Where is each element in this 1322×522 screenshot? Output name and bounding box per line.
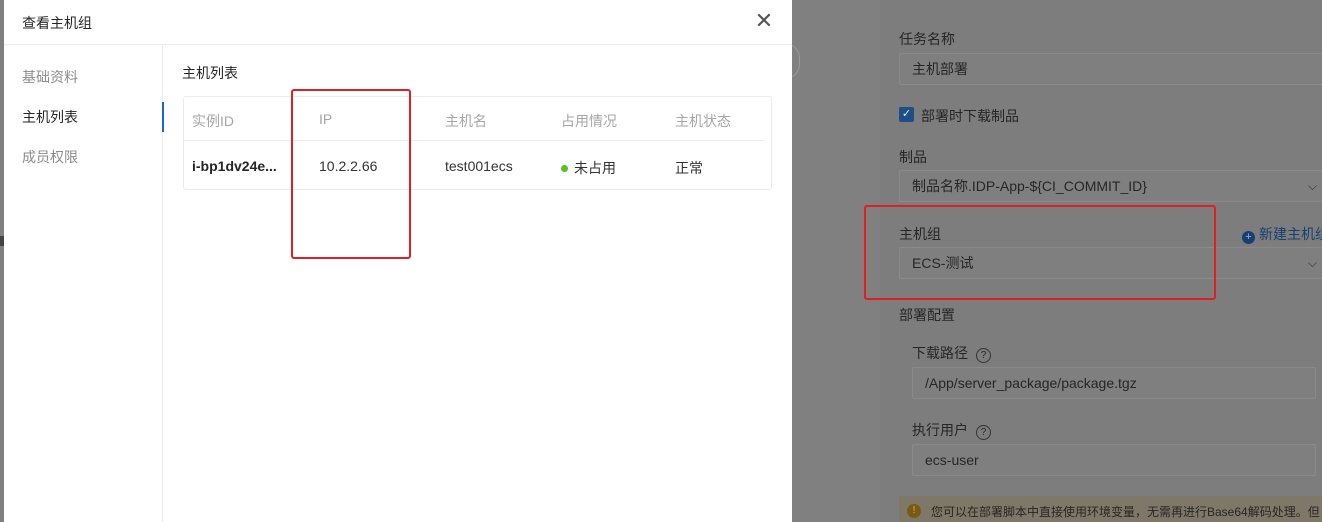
chevron-down-icon: ⌵ (1307, 179, 1317, 193)
plus-circle-icon: + (1242, 231, 1255, 244)
status-dot-icon (561, 165, 568, 172)
exec-user-label: 执行用户? (912, 420, 991, 440)
warning-text: 您可以在部署脚本中直接使用环境变量，无需再进行Base64解码处理。但 (931, 505, 1320, 519)
exec-user-input[interactable]: ecs-user (912, 444, 1316, 476)
column-header-hostname: 主机名 (445, 113, 487, 129)
new-host-group-text: 新建主机组 (1259, 226, 1322, 242)
artifact-label: 制品 (899, 149, 927, 165)
download-artifact-checkbox[interactable]: ✓ (899, 107, 914, 122)
host-group-select[interactable]: ECS-测试 ⌵ (899, 247, 1322, 279)
cell-ip: 10.2.2.66 (319, 158, 378, 174)
host-group-label: 主机组 (899, 226, 941, 242)
close-icon[interactable]: ✕ (752, 8, 776, 34)
table-divider (184, 140, 764, 141)
task-config-panel: 任务名称 主机部署 ✓ 部署时下载制品 制品 制品名称.IDP-App-${CI… (880, 0, 1322, 522)
exec-user-value: ecs-user (925, 452, 979, 468)
download-artifact-label: 部署时下载制品 (921, 108, 1019, 124)
column-header-instance-id: 实例ID (192, 113, 234, 129)
artifact-value: 制品名称.IDP-App-${CI_COMMIT_ID} (912, 178, 1147, 194)
cell-status: 正常 (675, 160, 703, 176)
modal-content: 主机列表 实例ID IP 主机名 占用情况 主机状态 i-bp1dv24e...… (164, 45, 792, 522)
host-table: 实例ID IP 主机名 占用情况 主机状态 i-bp1dv24e... 10.2… (183, 96, 772, 190)
tab-basic-info[interactable]: 基础资料 (4, 60, 163, 94)
chevron-down-icon: ⌵ (1307, 256, 1317, 270)
warning-icon: ! (907, 504, 921, 518)
cell-instance-id: i-bp1dv24e... (192, 158, 277, 174)
download-path-input[interactable]: /App/server_package/package.tgz (912, 367, 1316, 399)
artifact-select[interactable]: 制品名称.IDP-App-${CI_COMMIT_ID} ⌵ (899, 170, 1322, 202)
column-header-status: 主机状态 (675, 113, 731, 129)
tab-member-permissions[interactable]: 成员权限 (4, 140, 163, 174)
cell-occupancy: 未占用 (561, 158, 616, 178)
env-var-warning-banner: ! 您可以在部署脚本中直接使用环境变量，无需再进行Base64解码处理。但 (899, 496, 1322, 522)
modal-sidebar: 基础资料 主机列表 成员权限 (4, 45, 164, 522)
deploy-config-label: 部署配置 (899, 307, 955, 323)
section-title: 主机列表 (182, 65, 238, 81)
download-path-label: 下载路径? (912, 343, 991, 363)
task-name-input[interactable]: 主机部署 (899, 53, 1322, 85)
task-name-value: 主机部署 (912, 61, 968, 77)
modal-header: 查看主机组 ✕ (4, 0, 792, 45)
column-header-ip: IP (319, 111, 333, 127)
cell-hostname: test001ecs (445, 158, 513, 174)
checkbox-check-icon: ✓ (901, 108, 912, 120)
question-circle-icon[interactable]: ? (976, 348, 991, 363)
column-header-occupancy: 占用情况 (561, 113, 617, 129)
view-host-group-modal: 查看主机组 ✕ 基础资料 主机列表 成员权限 主机列表 实例ID IP 主机名 … (4, 0, 792, 522)
new-host-group-link[interactable]: + 新建主机组 (1242, 224, 1322, 244)
host-group-value: ECS-测试 (912, 255, 974, 271)
tab-host-list[interactable]: 主机列表 (4, 100, 164, 134)
question-circle-icon[interactable]: ? (976, 425, 991, 440)
task-name-label: 任务名称 (899, 31, 955, 47)
modal-title: 查看主机组 (22, 15, 92, 31)
download-path-value: /App/server_package/package.tgz (925, 375, 1137, 391)
